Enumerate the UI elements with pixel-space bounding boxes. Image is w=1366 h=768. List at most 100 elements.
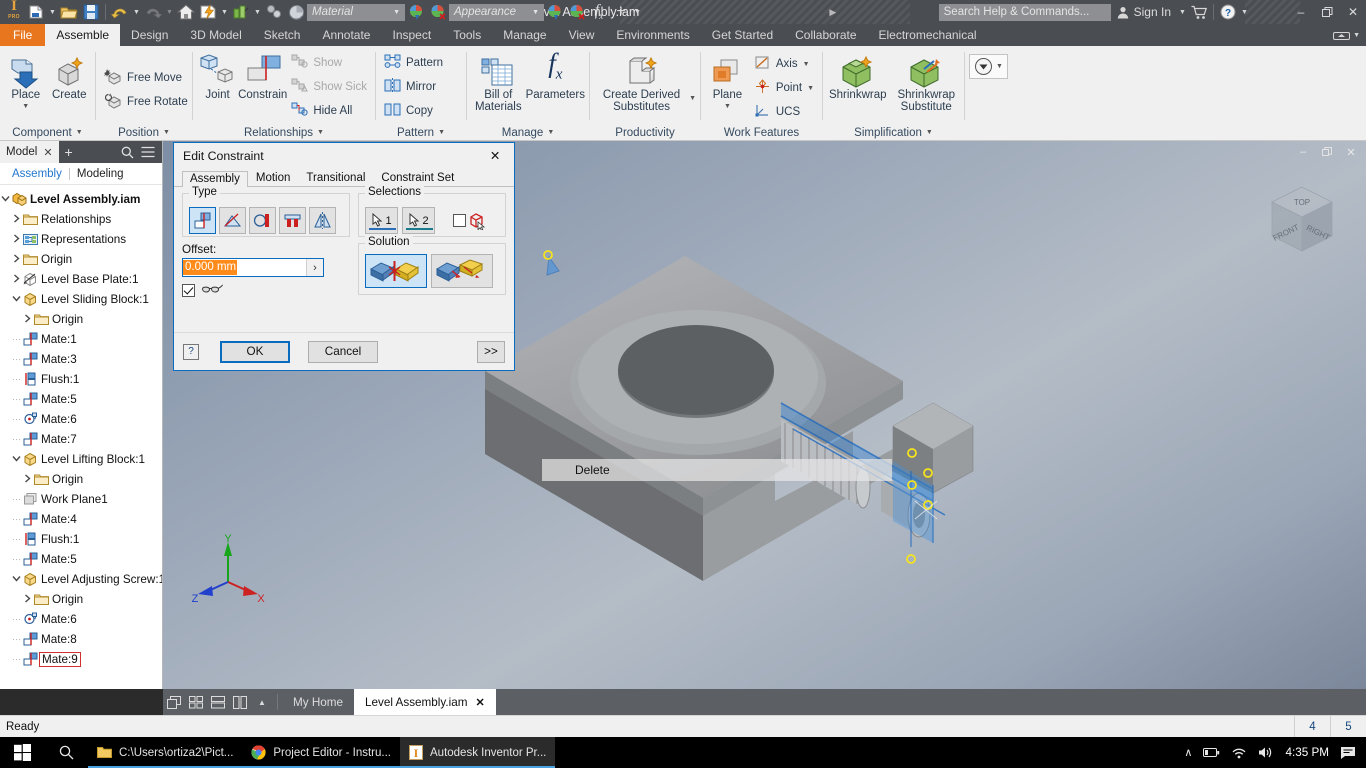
parameters-button[interactable]: fx Parameters [526,48,585,101]
viewport-minimize-button[interactable]: – [1292,144,1314,160]
tree-expander-icon[interactable] [11,294,22,305]
undo-icon[interactable] [109,1,131,23]
tree-expander-icon[interactable] [11,273,22,285]
ribbon-options-caret-icon[interactable]: ▼ [1353,32,1360,39]
tree-expander-icon[interactable] [11,213,22,225]
select-icon[interactable] [263,1,285,23]
close-icon[interactable]: ✕ [43,146,52,159]
grid-view-icon[interactable] [185,689,207,715]
work-plane-caret-icon[interactable]: ▼ [724,101,731,113]
shrinkwrap-substitute-button[interactable]: Shrinkwrap Substitute [893,49,960,113]
constraint-type-angle-button[interactable] [219,207,246,234]
tab-file[interactable]: File [0,24,46,46]
work-plane-button[interactable]: Plane ▼ [705,49,750,113]
show-sick-button[interactable]: Show Sick [287,75,371,99]
pattern-button[interactable]: Pattern [380,51,447,75]
dialog-help-button[interactable]: ? [183,343,199,360]
vertical-split-icon[interactable] [229,689,251,715]
taskbar-app-inventor[interactable]: I Autodesk Inventor Pr... [400,737,556,768]
adjust-appearance-icon[interactable] [544,1,566,23]
tree-item-level-sliding-block-1[interactable]: Level Sliding Block:1 [0,289,162,309]
tab-get-started[interactable]: Get Started [701,24,784,46]
tab-manage[interactable]: Manage [492,24,557,46]
close-button[interactable]: ✕ [1340,0,1366,24]
save-icon[interactable] [80,1,102,23]
tab-annotate[interactable]: Annotate [311,24,381,46]
work-axis-button[interactable]: Axis ▼ [750,52,818,76]
tree-item-level-assembly-iam[interactable]: Level Assembly.iam [0,189,162,209]
doc-tab-close-icon[interactable]: ✕ [475,696,484,709]
minimize-button[interactable]: – [1288,0,1314,24]
search-icon[interactable] [121,146,134,159]
hamburger-menu-icon[interactable] [141,146,155,158]
tree-item-representations[interactable]: Representations [0,229,162,249]
tree-item-relationships[interactable]: Relationships [0,209,162,229]
tree-item-flush-1[interactable]: ⋯ Flush:1 [0,369,162,389]
convert-caret-icon[interactable]: ▼ [996,63,1003,70]
dialog-title-bar[interactable]: Edit Constraint ✕ [174,143,514,169]
shrinkwrap-button[interactable]: Shrinkwrap [827,49,889,101]
appearance-override-icon[interactable] [285,1,307,23]
tree-expander-icon[interactable] [22,313,33,325]
copy-button[interactable]: Copy [380,99,447,123]
dialog-tab-motion[interactable]: Motion [248,170,299,186]
place-component-caret-icon[interactable]: ▼ [22,101,29,113]
joint-button[interactable]: Joint [197,49,238,101]
dialog-tab-transitional[interactable]: Transitional [298,170,373,186]
sign-in-button[interactable]: Sign In [1111,5,1177,19]
material-caret-icon[interactable]: ▼ [393,9,400,16]
tree-item-flush-1[interactable]: ⋯ Flush:1 [0,529,162,549]
tab-tools[interactable]: Tools [442,24,492,46]
viewport-restore-button[interactable] [1316,144,1338,160]
ribbon-group-simplification-title[interactable]: Simplification ▼ [823,124,964,141]
tree-expander-icon[interactable] [11,574,22,585]
windows-start-icon[interactable] [0,737,44,768]
horizontal-split-icon[interactable] [207,689,229,715]
plus-icon[interactable]: + [610,1,632,23]
new-file-caret[interactable]: ▼ [47,1,58,23]
show-preview-glasses-icon[interactable] [201,284,225,297]
more-views-caret-icon[interactable]: ▲ [251,689,273,715]
doc-tab-my-home[interactable]: My Home [282,689,354,715]
tab-sketch[interactable]: Sketch [253,24,312,46]
tree-item-mate-6[interactable]: ⋯ Mate:6 [0,609,162,629]
assembly-model-geometry[interactable] [463,171,1023,601]
taskbar-search-icon[interactable] [44,737,88,768]
open-folder-icon[interactable] [58,1,80,23]
ok-button[interactable]: OK [220,340,290,363]
pick-part-first-checkbox[interactable] [453,214,466,227]
constraint-type-insert-button[interactable] [279,207,306,234]
home-icon[interactable] [175,1,197,23]
tree-item-mate-5[interactable]: ⋯ Mate:5 [0,549,162,569]
update-caret[interactable]: ▼ [219,1,230,23]
viewport-close-button[interactable]: ✕ [1340,144,1362,160]
tab-assemble[interactable]: Assemble [45,24,121,46]
taskbar-app-chrome[interactable]: Project Editor - Instru... [242,737,400,768]
tree-expander-icon[interactable] [22,593,33,605]
new-file-icon[interactable] [25,1,47,23]
show-relationships-button[interactable]: Show [287,51,371,75]
tree-item-origin[interactable]: Origin [0,589,162,609]
dialog-close-button[interactable]: ✕ [482,145,508,167]
ribbon-group-pattern-title[interactable]: Pattern ▼ [376,124,466,141]
tree-item-level-lifting-block-1[interactable]: Level Lifting Block:1 [0,449,162,469]
tab-collaborate[interactable]: Collaborate [784,24,867,46]
ribbon-group-manage-title[interactable]: Manage ▼ [467,124,589,141]
subtab-modeling[interactable]: Modeling [70,168,131,180]
work-axis-caret-icon[interactable]: ▼ [803,61,810,68]
bill-of-materials-button[interactable]: Bill of Materials [471,49,526,113]
work-point-button[interactable]: Point ▼ [750,76,818,100]
work-point-caret-icon[interactable]: ▼ [807,85,814,92]
dialog-tab-constraint-set[interactable]: Constraint Set [373,170,462,186]
constrain-button[interactable]: Constrain [238,49,287,101]
ucs-button[interactable]: UCS [750,100,818,124]
selection-2-button[interactable]: 2 [402,207,435,234]
tray-chevron-icon[interactable]: ∧ [1184,746,1192,759]
ribbon-group-position-title[interactable]: Position ▼ [96,124,192,141]
tree-item-mate-1[interactable]: ⋯ Mate:1 [0,329,162,349]
tab-electromechanical[interactable]: Electromechanical [868,24,988,46]
search-input[interactable] [938,3,1111,21]
redo-caret[interactable]: ▼ [164,1,175,23]
context-menu-delete[interactable]: Delete [542,459,892,481]
constraint-type-mate-button[interactable] [189,207,216,234]
